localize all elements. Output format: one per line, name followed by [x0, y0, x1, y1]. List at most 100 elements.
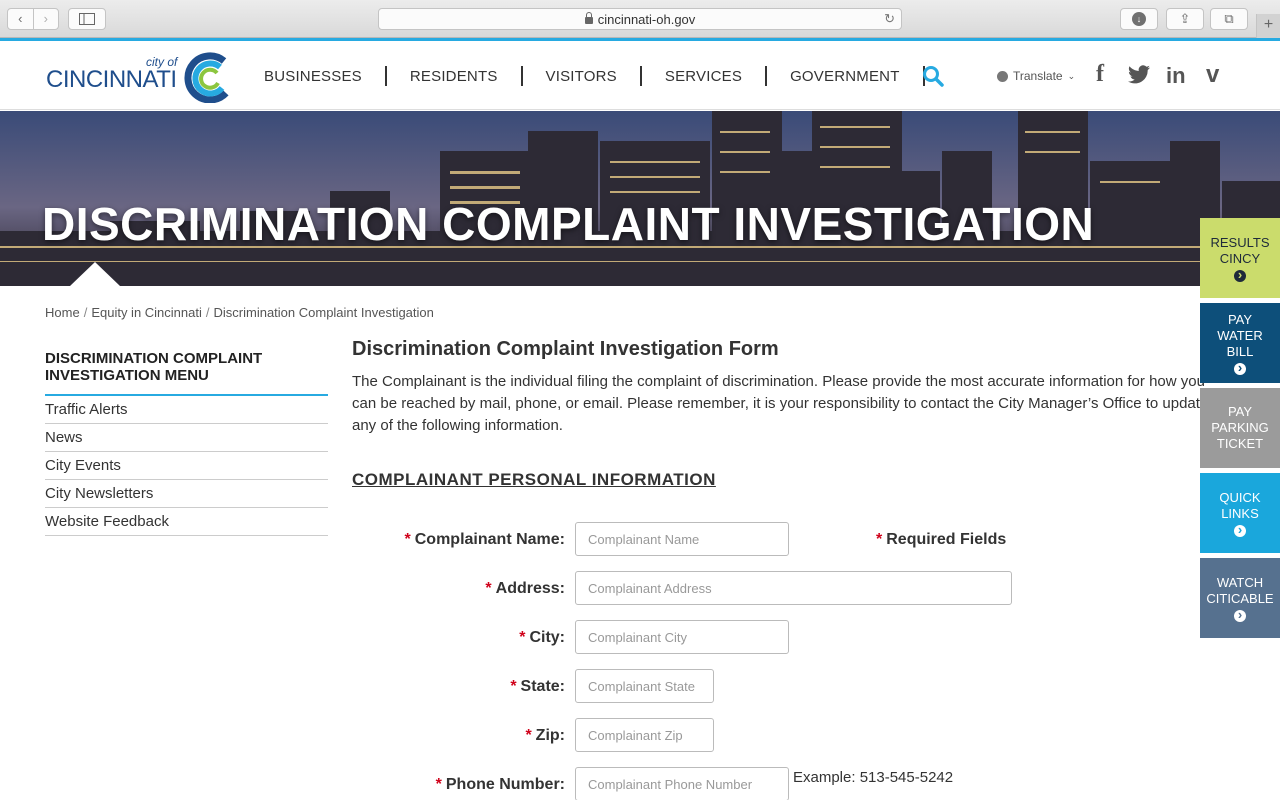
required-asterisk: *: [435, 776, 442, 793]
hero-banner: DISCRIMINATION COMPLAINT INVESTIGATION: [0, 111, 1280, 286]
menu-item-city-newsletters[interactable]: City Newsletters: [45, 480, 328, 508]
twitter-icon[interactable]: [1127, 65, 1151, 85]
tile-label-line: TICKET: [1216, 436, 1264, 451]
arrow-right-circle-icon: [1234, 267, 1246, 283]
breadcrumb-home[interactable]: Home: [45, 305, 80, 320]
zip-label-text: Zip:: [535, 727, 565, 744]
state-label: * State:: [352, 678, 565, 696]
address-label: * Address:: [352, 580, 565, 598]
translate-dropdown[interactable]: Translate ⌄: [997, 69, 1075, 83]
tab-overview-button[interactable]: ⧉: [1210, 8, 1248, 30]
download-icon: ↓: [1132, 12, 1146, 26]
nav-divider: [765, 66, 768, 86]
share-button[interactable]: ⇪: [1166, 8, 1204, 30]
nav-services[interactable]: SERVICES: [665, 68, 742, 85]
tile-label-line: RESULTS: [1210, 234, 1270, 250]
facebook-icon[interactable]: f: [1096, 61, 1104, 88]
form-title: Discrimination Complaint Investigation F…: [352, 338, 779, 360]
menu-item-news[interactable]: News: [45, 424, 328, 452]
required-asterisk: *: [525, 727, 532, 744]
complainant-address-input[interactable]: [575, 571, 1012, 605]
section-menu: DISCRIMINATION COMPLAINT INVESTIGATION M…: [45, 350, 328, 536]
lock-icon: [584, 11, 593, 24]
arrow-right-circle-icon: [1234, 360, 1246, 376]
tile-label-line: PAY: [1227, 404, 1253, 419]
form-intro: The Complainant is the individual filing…: [352, 373, 1209, 434]
complainant-zip-input[interactable]: [575, 718, 714, 752]
name-label: * Complainant Name:: [352, 531, 565, 549]
required-asterisk: *: [485, 580, 492, 597]
name-label-text: Complainant Name:: [414, 531, 565, 548]
globe-icon: [997, 70, 1008, 82]
required-asterisk: *: [519, 629, 526, 646]
required-asterisk: *: [404, 531, 411, 548]
tile-label-line: WATCH: [1216, 574, 1264, 590]
address-label-text: Address:: [495, 580, 565, 597]
section-menu-title: DISCRIMINATION COMPLAINT INVESTIGATION M…: [45, 350, 328, 396]
site-header: city of CINCINNATI BUSINESSES RESIDENTS …: [0, 38, 1280, 110]
search-icon[interactable]: [922, 65, 944, 87]
menu-item-traffic-alerts[interactable]: Traffic Alerts: [45, 396, 328, 424]
phone-label-text: Phone Number:: [445, 776, 565, 793]
tile-label-line: QUICK: [1219, 489, 1261, 505]
phone-label: * Phone Number:: [352, 776, 565, 794]
arrow-right-circle-icon: [1234, 522, 1246, 538]
linkedin-icon[interactable]: in: [1166, 63, 1186, 89]
state-label-text: State:: [520, 678, 565, 695]
tile-label-line: BILL: [1226, 343, 1254, 359]
section-menu-list: Traffic Alerts News City Events City New…: [45, 396, 328, 536]
zip-label: * Zip:: [352, 727, 565, 745]
required-fields-label: Required Fields: [886, 531, 1007, 548]
url-text: cincinnati-oh.gov: [597, 11, 696, 27]
forward-button[interactable]: ›: [32, 9, 59, 29]
new-tab-button[interactable]: +: [1256, 14, 1280, 38]
sidebar-icon: [79, 13, 95, 25]
sidebar-toggle-button[interactable]: [68, 8, 106, 30]
hero-notch: [70, 262, 120, 286]
pay-water-bill-tile[interactable]: PAY WATER BILL: [1200, 303, 1280, 383]
chevron-down-icon: ⌄: [1067, 70, 1076, 81]
required-asterisk: *: [510, 678, 517, 695]
tile-label-line: CINCY: [1219, 250, 1261, 266]
complainant-name-input[interactable]: [575, 522, 789, 556]
menu-item-city-events[interactable]: City Events: [45, 452, 328, 480]
breadcrumb-current: Discrimination Complaint Investigation: [213, 305, 434, 320]
city-label-text: City:: [529, 629, 565, 646]
quick-links-tile[interactable]: QUICK LINKS: [1200, 473, 1280, 553]
watch-citicable-tile[interactable]: WATCH CITICABLE: [1200, 558, 1280, 638]
share-icon: ⇪: [1179, 11, 1191, 26]
address-bar[interactable]: cincinnati-oh.gov ↻: [378, 8, 902, 30]
city-logo[interactable]: city of CINCINNATI: [46, 51, 236, 103]
nav-residents[interactable]: RESIDENTS: [410, 68, 498, 85]
translate-label: Translate: [1013, 69, 1063, 83]
tile-label-line: LINKS: [1221, 505, 1259, 521]
nav-divider: [384, 66, 387, 86]
complainant-state-input[interactable]: [575, 669, 714, 703]
required-asterisk: *: [876, 531, 883, 548]
complainant-phone-input[interactable]: [575, 767, 789, 800]
nav-divider: [639, 66, 642, 86]
complainant-city-input[interactable]: [575, 620, 789, 654]
breadcrumb-equity[interactable]: Equity in Cincinnati: [91, 305, 202, 320]
nav-government[interactable]: GOVERNMENT: [790, 68, 900, 85]
tile-label-line: PAY: [1227, 311, 1253, 327]
breadcrumb-separator: /: [83, 305, 88, 320]
arrow-right-circle-icon: [1234, 607, 1246, 623]
city-label: * City:: [352, 629, 565, 647]
results-cincy-tile[interactable]: RESULTS CINCY: [1200, 218, 1280, 298]
nav-businesses[interactable]: BUSINESSES: [264, 68, 362, 85]
required-fields-note: * Required Fields: [876, 531, 1006, 549]
reload-icon[interactable]: ↻: [884, 11, 895, 27]
pay-parking-ticket-tile[interactable]: PAY PARKING TICKET: [1200, 388, 1280, 468]
phone-example-hint: Example: 513-545-5242: [793, 769, 954, 786]
vimeo-icon[interactable]: v: [1206, 61, 1219, 89]
page-title: DISCRIMINATION COMPLAINT INVESTIGATION: [42, 198, 1095, 250]
history-nav: ‹ ›: [7, 8, 59, 30]
menu-item-website-feedback[interactable]: Website Feedback: [45, 508, 328, 536]
nav-visitors[interactable]: VISITORS: [546, 68, 617, 85]
tile-label-line: WATER: [1217, 327, 1263, 343]
downloads-button[interactable]: ↓: [1120, 8, 1158, 30]
back-button[interactable]: ‹: [8, 9, 33, 29]
main-navigation: BUSINESSES RESIDENTS VISITORS SERVICES G…: [264, 66, 948, 86]
tile-label-line: CITICABLE: [1206, 590, 1274, 606]
